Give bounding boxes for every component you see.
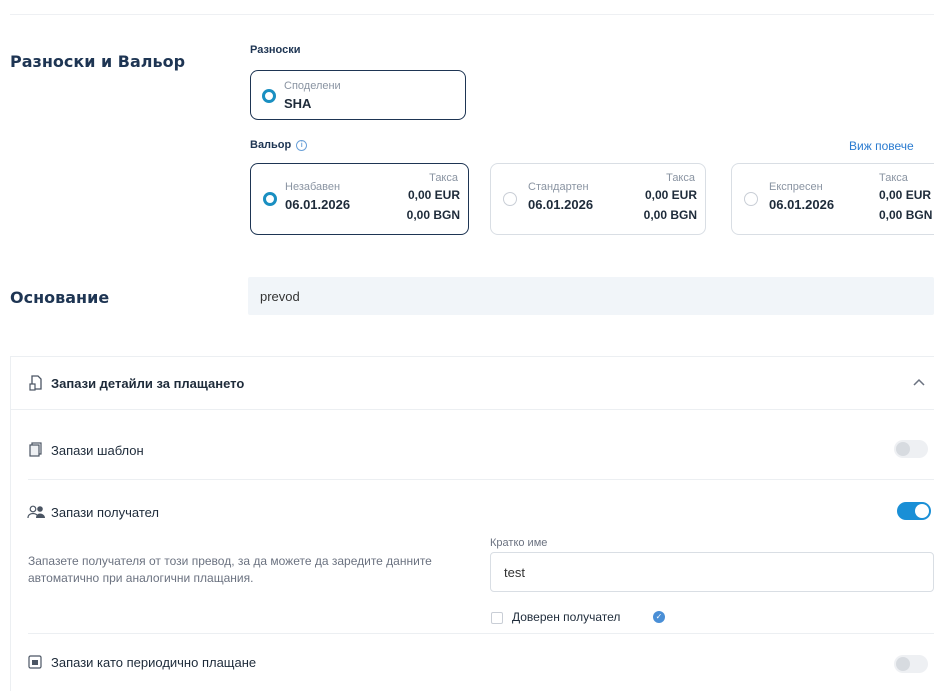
save-recipient-label: Запази получател [51,505,160,520]
value-date-radio[interactable] [503,192,517,206]
save-template-toggle[interactable] [894,440,928,458]
value-date-option-express[interactable]: Експресен 06.01.2026 Такса 0,00 EUR 0,00… [731,163,934,235]
value-date-option-instant[interactable]: Незабавен 06.01.2026 Такса 0,00 EUR 0,00… [250,163,469,235]
charges-option-value: SHA [284,96,312,111]
save-template-label: Запази шаблон [51,443,144,458]
option-fee-bgn: 0,00 BGN [643,208,697,222]
row-divider [28,633,934,634]
option-fee-eur: 0,00 EUR [407,188,460,202]
toggle-knob [896,442,910,456]
option-name: Незабавен [285,181,341,193]
option-fee-label: Такса [666,172,695,184]
short-name-value: test [504,565,525,580]
charges-label: Разноски [250,44,301,56]
toggle-knob [896,657,910,671]
option-fee-bgn: 0,00 BGN [879,208,933,222]
toggle-knob [915,504,929,518]
option-fee-label: Такса [429,172,458,184]
short-name-input[interactable]: test [490,552,934,592]
reason-value: prevod [260,289,300,304]
calendar-icon [28,654,42,674]
save-periodic-toggle[interactable] [894,655,928,673]
charges-option-sub: Споделени [284,80,341,92]
reason-section-title: Основание [10,288,110,307]
option-date: 06.01.2026 [528,197,594,212]
users-icon [27,505,47,524]
value-date-option-standard[interactable]: Стандартен 06.01.2026 Такса 0,00 EUR 0,0… [490,163,706,235]
short-name-label: Кратко име [490,537,548,549]
option-name: Експресен [769,181,823,193]
save-periodic-label: Запази като периодично плащане [51,655,257,670]
value-date-label: Вальор i [250,139,308,151]
trusted-recipient-checkbox[interactable] [491,612,503,624]
recipient-description: Запазете получателя от този превод, за д… [28,554,432,585]
value-date-radio[interactable] [744,192,758,206]
panel-divider [11,409,934,410]
charges-section-title: Разноски и Вальор [10,52,186,71]
option-fee-bgn: 0,00 BGN [406,208,460,222]
trusted-recipient-label: Доверен получател [512,610,621,624]
charges-radio[interactable] [262,89,276,103]
template-icon [29,442,43,462]
value-date-radio[interactable] [263,192,277,206]
save-recipient-toggle[interactable] [897,502,931,520]
option-date: 06.01.2026 [769,197,835,212]
save-details-panel [10,356,934,691]
see-more-link[interactable]: Виж повече [849,139,914,153]
option-fee-eur: 0,00 EUR [879,188,932,202]
chevron-up-icon[interactable] [911,374,927,390]
option-date: 06.01.2026 [285,197,351,212]
option-fee-eur: 0,00 EUR [644,188,697,202]
save-details-title: Запази детайли за плащането [51,376,245,391]
save-doc-icon [28,375,48,393]
value-date-label-text: Вальор [250,139,292,151]
verified-badge-icon: ✓ [653,611,665,623]
option-fee-label: Такса [879,172,908,184]
info-icon[interactable]: i [296,140,308,151]
charges-option-sha[interactable]: Споделени SHA [250,70,466,120]
option-name: Стандартен [528,181,589,193]
row-divider [28,479,934,480]
reason-field[interactable]: prevod [248,277,934,315]
top-divider [10,14,934,15]
